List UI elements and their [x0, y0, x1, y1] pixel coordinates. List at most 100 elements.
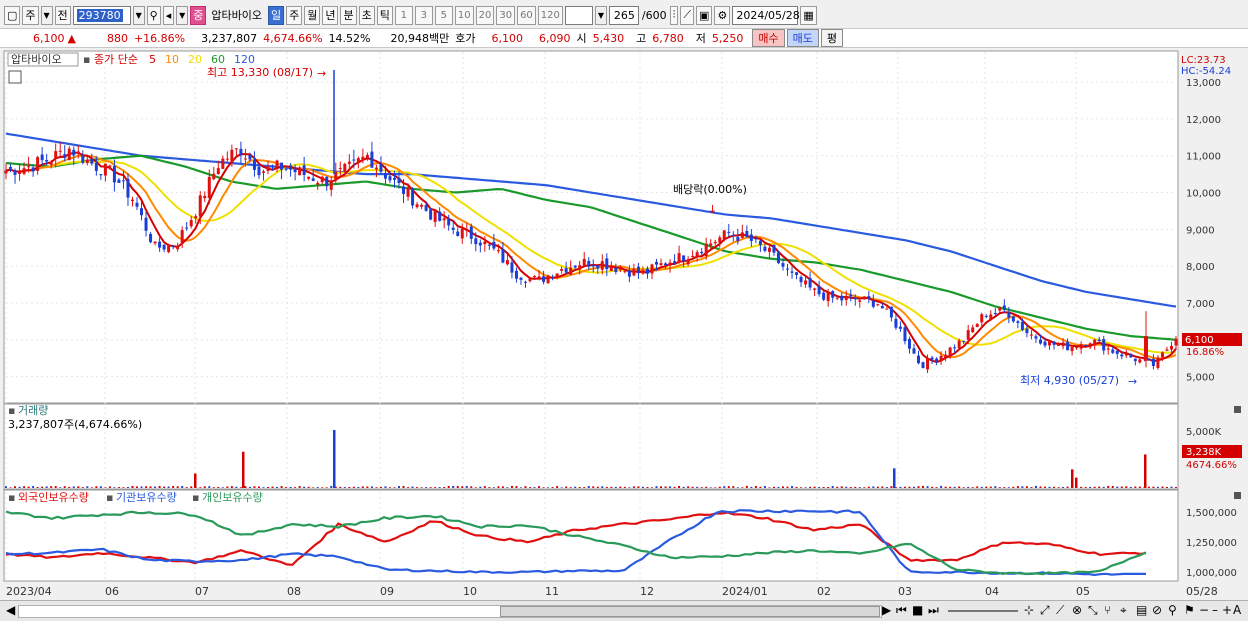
speaker-dropdown-icon[interactable]: ▼: [176, 5, 189, 25]
date-input[interactable]: 2024/05/28: [732, 5, 800, 25]
price-y-tick: 9,000: [1186, 225, 1215, 236]
holding-panel-close-icon[interactable]: [1234, 492, 1241, 499]
legend-square-icon: ▪: [8, 404, 15, 417]
volume-bar: [804, 487, 807, 488]
candle-body: [578, 265, 582, 270]
flag-icon[interactable]: ⚑: [1184, 603, 1195, 617]
candle-body: [94, 162, 98, 171]
volume-bar: [276, 486, 279, 488]
interval-3[interactable]: 3: [414, 5, 433, 25]
tab-3[interactable]: 년: [322, 5, 339, 25]
volume-spike-bar: [333, 430, 336, 488]
volume-y-tick: 5,000K: [1186, 427, 1222, 438]
minus-icon[interactable]: −: [1199, 603, 1209, 617]
zoom-fit-icon[interactable]: ⤢: [1040, 603, 1050, 618]
gear-icon[interactable]: ⚙: [714, 5, 731, 25]
code-dropdown-icon[interactable]: ▼: [132, 5, 145, 25]
volume-bar: [63, 486, 66, 488]
candle-body: [844, 296, 848, 301]
speed-slider[interactable]: [948, 610, 1018, 612]
candle-body: [302, 165, 306, 175]
search-zoom-icon[interactable]: ⚲: [1168, 603, 1177, 617]
magnet-icon[interactable]: ⊘: [1152, 603, 1162, 617]
volume-bar: [330, 485, 333, 488]
shape-icon[interactable]: ⌖: [1120, 603, 1127, 618]
volume-bar: [723, 486, 726, 488]
interval-20[interactable]: 20: [475, 5, 495, 25]
table-toggle-icon[interactable]: [8, 70, 22, 84]
candle-body: [1052, 341, 1056, 345]
volume-bar: [226, 486, 229, 488]
volume-bar: [899, 486, 902, 488]
speaker-icon[interactable]: ◂: [162, 5, 175, 25]
volume-bar: [456, 485, 459, 488]
chart-layout-icon[interactable]: ▢: [4, 5, 21, 25]
rewind-icon[interactable]: ⏮: [896, 603, 907, 618]
tab-1[interactable]: 주: [286, 5, 303, 25]
candle-body: [1079, 344, 1083, 349]
count-input[interactable]: 265: [608, 5, 639, 25]
plus-icon[interactable]: +: [1222, 603, 1232, 617]
crosshair-icon[interactable]: ⊹: [1024, 603, 1034, 617]
candle-body: [496, 250, 500, 252]
candle-body: [266, 166, 270, 171]
candle-body: [298, 167, 302, 176]
sell-button[interactable]: 매도: [786, 29, 819, 47]
stock-code-input[interactable]: 293780: [72, 5, 131, 25]
candle-type-icon[interactable]: ⫶: [669, 5, 679, 25]
candle-body: [338, 168, 342, 170]
trend-icon[interactable]: ⤡: [1088, 603, 1098, 618]
tab-0[interactable]: 일: [267, 5, 285, 25]
scroll-right-icon[interactable]: ▶: [882, 603, 891, 617]
hc-label: HC:-54.24: [1181, 66, 1231, 77]
interval-dropdown-icon[interactable]: ▼: [594, 5, 607, 25]
period-unit-select[interactable]: 주: [22, 5, 39, 25]
fork-icon[interactable]: ⑂: [1104, 603, 1111, 617]
link-icon[interactable]: ⊗: [1072, 603, 1082, 617]
tab-5[interactable]: 초: [358, 5, 375, 25]
interval-10[interactable]: 10: [454, 5, 474, 25]
scroll-thumb[interactable]: [500, 606, 880, 617]
save-icon[interactable]: ▣: [696, 5, 713, 25]
candle-body: [1106, 348, 1110, 350]
draw-line-icon[interactable]: ⟋: [1056, 603, 1064, 618]
buy-button[interactable]: 매수: [752, 29, 785, 47]
candle-body: [614, 267, 618, 272]
interval-120[interactable]: 120: [537, 5, 563, 25]
candle-body: [153, 241, 157, 244]
font-size-icon[interactable]: A: [1233, 603, 1241, 617]
volume-bar: [1134, 486, 1137, 488]
dash-icon[interactable]: –: [1212, 603, 1218, 617]
chevron-down-icon[interactable]: ▼: [40, 5, 53, 25]
volume-bar: [68, 486, 71, 488]
interval-5[interactable]: 5: [434, 5, 453, 25]
volume-bar: [529, 487, 532, 488]
interval-60[interactable]: 60: [517, 5, 536, 25]
fast-forward-icon[interactable]: ⏭: [928, 603, 939, 618]
volume-bar: [379, 486, 382, 488]
draw-tool-icon[interactable]: ⟋: [680, 5, 695, 25]
image-icon[interactable]: ▤: [1136, 603, 1147, 617]
search-icon[interactable]: ⚲: [146, 5, 161, 25]
scroll-left-icon[interactable]: ◀: [6, 603, 15, 617]
prev-button[interactable]: 전: [54, 5, 71, 25]
tab-4[interactable]: 분: [340, 5, 357, 25]
interval-1[interactable]: 1: [394, 5, 413, 25]
volume-panel-close-icon[interactable]: [1234, 406, 1241, 413]
candle-body: [1160, 352, 1164, 358]
legend-square-icon: ▪: [83, 53, 90, 66]
tab-2[interactable]: 월: [304, 5, 321, 25]
candle-body: [316, 182, 320, 185]
volume-bar: [926, 486, 929, 488]
stop-icon[interactable]: ■: [912, 603, 923, 617]
volume-bar: [289, 486, 292, 488]
stock-chart[interactable]: 5,0006,0007,0008,0009,00010,00011,00012,…: [0, 50, 1248, 600]
interval-input[interactable]: [564, 5, 593, 25]
interval-30[interactable]: 30: [496, 5, 516, 25]
candle-body: [645, 268, 649, 274]
evaluate-button[interactable]: 평: [820, 29, 843, 47]
tab-6[interactable]: 틱: [376, 5, 393, 25]
toolbar: ▢ 주 ▼ 전 293780 ▼ ⚲ ◂ ▼ 중 압타바이오 일주월년분초틱 1…: [0, 3, 1248, 27]
volume-bar: [601, 486, 604, 488]
calendar-icon[interactable]: ▦: [800, 5, 817, 25]
